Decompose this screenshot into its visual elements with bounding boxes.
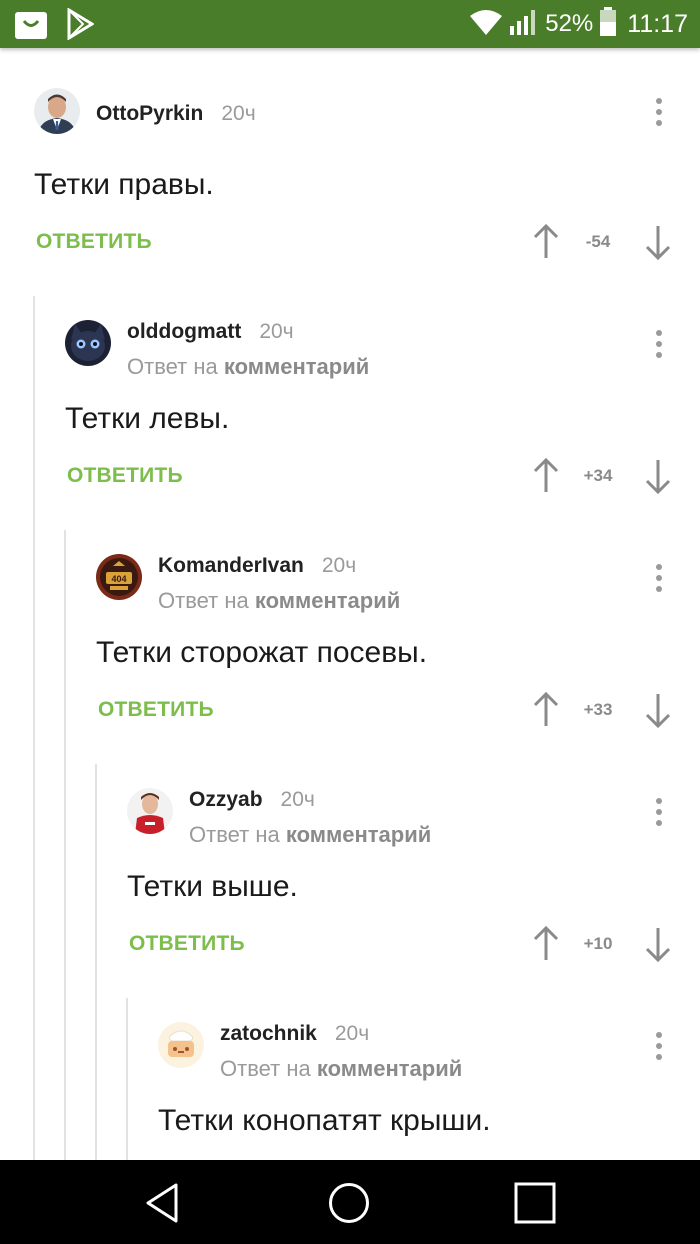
- author-name[interactable]: OttoPyrkin 20ч: [96, 102, 256, 126]
- comment-actions: ОТВЕТИТЬ +10: [127, 925, 700, 966]
- reply-to-prefix: Ответ на: [220, 1056, 311, 1081]
- thread-line: [33, 296, 35, 1160]
- comment: OttoPyrkin 20ч Тетки правы. ОТВЕТИТЬ -54: [34, 88, 700, 308]
- thread-line: [126, 998, 128, 1160]
- reply-to: Ответ на комментарий: [158, 588, 400, 614]
- author-name[interactable]: Ozzyab 20ч: [189, 788, 315, 812]
- comment-actions: ОТВЕТИТЬ +34: [65, 457, 700, 498]
- battery-percent: 52%: [545, 10, 594, 37]
- reply-button[interactable]: ОТВЕТИТЬ: [129, 932, 245, 956]
- comment-time: 20ч: [221, 102, 256, 125]
- reply-to-link[interactable]: комментарий: [286, 822, 431, 847]
- battery-icon: [599, 6, 617, 42]
- reply-to: Ответ на комментарий: [220, 1056, 462, 1082]
- comment-menu-icon[interactable]: [648, 564, 670, 600]
- clock: 11:17: [627, 9, 688, 38]
- reply-to-link[interactable]: комментарий: [224, 354, 369, 379]
- downvote-icon[interactable]: [644, 458, 672, 495]
- comment-header: Ozzyab 20ч Ответ на комментарий: [127, 788, 700, 848]
- comment-text: Тетки левы.: [65, 402, 230, 435]
- author-name-text[interactable]: olddogmatt: [127, 320, 241, 343]
- author-name[interactable]: KomanderIvan 20ч: [158, 554, 356, 578]
- comment-text: Тетки выше.: [127, 870, 298, 903]
- comment-header: olddogmatt 20ч Ответ на комментарий: [65, 320, 700, 380]
- comment-text: Тетки конопатят крыши.: [158, 1104, 491, 1137]
- wifi-icon: [469, 8, 503, 41]
- comment-time: 20ч: [259, 320, 294, 343]
- author-name-text[interactable]: OttoPyrkin: [96, 102, 203, 125]
- comment-score: -54: [585, 232, 611, 251]
- author-name-text[interactable]: KomanderIvan: [158, 554, 304, 577]
- comment-actions: ОТВЕТИТЬ -54: [34, 223, 700, 264]
- avatar[interactable]: [34, 88, 80, 134]
- author-name-text[interactable]: Ozzyab: [189, 788, 263, 811]
- comment-menu-icon[interactable]: [648, 98, 670, 134]
- comment-time: 20ч: [334, 1022, 370, 1045]
- signal-icon: [509, 8, 539, 41]
- reply-to: Ответ на комментарий: [127, 354, 369, 380]
- play-store-icon: [66, 7, 95, 45]
- comment-score: +10: [583, 934, 613, 953]
- comment-time: 20ч: [321, 554, 357, 577]
- comment-menu-icon[interactable]: [648, 798, 670, 834]
- comment-menu-icon[interactable]: [648, 1032, 670, 1068]
- comment: Ozzyab 20ч Ответ на комментарий Тетки выш…: [127, 788, 700, 1008]
- avatar[interactable]: [127, 788, 173, 834]
- bag-notification-icon: [14, 8, 48, 45]
- author-name[interactable]: olddogmatt 20ч: [127, 320, 294, 344]
- avatar[interactable]: [158, 1022, 204, 1068]
- comment-time: 20ч: [280, 788, 315, 811]
- avatar[interactable]: [65, 320, 111, 366]
- author-name-text[interactable]: zatochnik: [220, 1022, 317, 1045]
- back-icon[interactable]: [142, 1182, 184, 1224]
- reply-to-prefix: Ответ на: [158, 588, 249, 613]
- comment-score: +33: [583, 700, 613, 719]
- upvote-icon[interactable]: [532, 457, 560, 494]
- reply-to: Ответ на комментарий: [189, 822, 431, 848]
- reply-button[interactable]: ОТВЕТИТЬ: [67, 464, 183, 488]
- reply-to-link[interactable]: комментарий: [255, 588, 400, 613]
- avatar[interactable]: 404: [96, 554, 142, 600]
- reply-to-prefix: Ответ на: [189, 822, 280, 847]
- downvote-icon[interactable]: [644, 926, 672, 963]
- screen: 52% 11:17 OttoPyrkin 20ч Тетки правы. ОТ…: [0, 0, 700, 1244]
- comment-header: 404 KomanderIvan 20ч Ответ на комментарий: [96, 554, 700, 614]
- upvote-icon[interactable]: [532, 925, 560, 962]
- comment-score: +34: [583, 466, 613, 485]
- author-name[interactable]: zatochnik 20ч: [220, 1022, 369, 1046]
- downvote-icon[interactable]: [644, 692, 672, 729]
- thread-line: [95, 764, 97, 1160]
- upvote-icon[interactable]: [532, 691, 560, 728]
- navigation-bar: [0, 1160, 700, 1244]
- upvote-icon[interactable]: [532, 223, 560, 260]
- comment-header: zatochnik 20ч Ответ на комментарий: [158, 1022, 700, 1082]
- comment-thread: OttoPyrkin 20ч Тетки правы. ОТВЕТИТЬ -54: [0, 48, 700, 1160]
- home-icon[interactable]: [328, 1182, 370, 1224]
- reply-to-prefix: Ответ на: [127, 354, 218, 379]
- comment-text: Тетки сторожат посевы.: [96, 636, 428, 669]
- comment-actions: ОТВЕТИТЬ +33: [96, 691, 700, 732]
- status-bar: 52% 11:17: [0, 0, 700, 48]
- comment: olddogmatt 20ч Ответ на комментарий Тетки…: [65, 320, 700, 540]
- avatar-badge-text: 404: [111, 574, 126, 584]
- downvote-icon[interactable]: [644, 224, 672, 261]
- comment: 404 KomanderIvan 20ч Ответ на комментарий…: [96, 554, 700, 774]
- recents-icon[interactable]: [514, 1182, 556, 1224]
- thread-line: [64, 530, 66, 1160]
- comment-text: Тетки правы.: [34, 168, 214, 201]
- comment: zatochnik 20ч Ответ на комментарий Тетки …: [158, 1022, 700, 1160]
- reply-button[interactable]: ОТВЕТИТЬ: [98, 698, 214, 722]
- comment-header: OttoPyrkin 20ч: [34, 88, 700, 148]
- comment-menu-icon[interactable]: [648, 330, 670, 366]
- reply-to-link[interactable]: комментарий: [317, 1056, 462, 1081]
- reply-button[interactable]: ОТВЕТИТЬ: [36, 230, 152, 254]
